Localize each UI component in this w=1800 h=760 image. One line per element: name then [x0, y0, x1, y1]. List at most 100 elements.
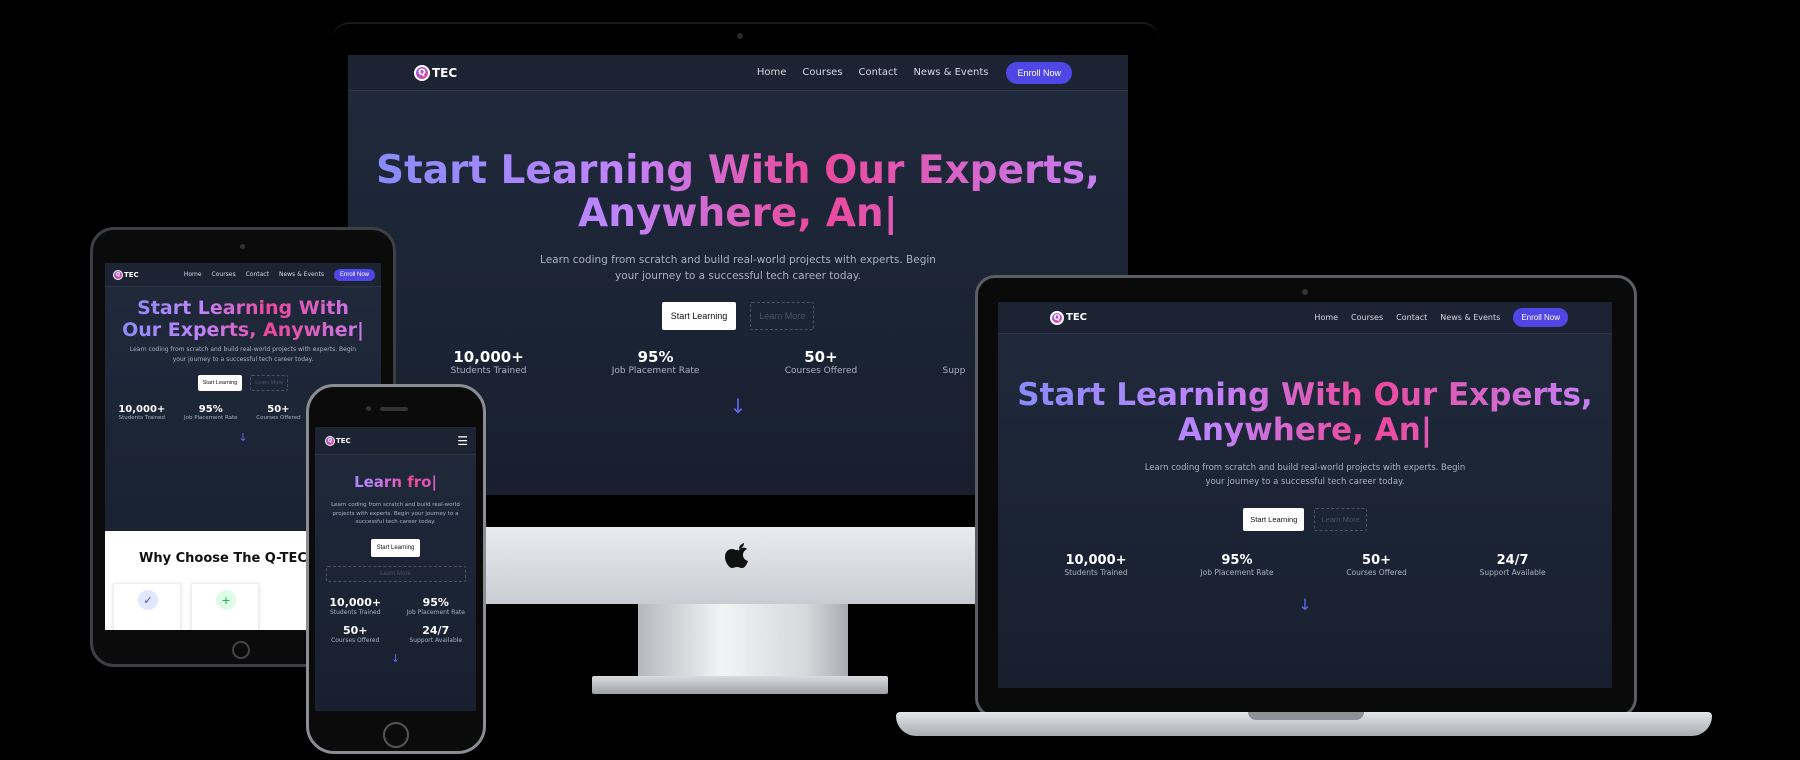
logo[interactable]: Q TEC	[113, 269, 139, 280]
hero-title: Learn fro|	[315, 473, 476, 491]
scroll-down-icon[interactable]: ↓	[998, 595, 1612, 614]
stat-students: 10,000+ Students Trained	[1064, 553, 1128, 577]
nav-links: Home Courses Contact News & Events Enrol…	[184, 268, 375, 281]
logo[interactable]: Q TEC	[1050, 310, 1087, 325]
iphone-speaker	[380, 407, 408, 411]
stat-placement: 95% Job Placement Rate	[183, 404, 238, 421]
logo-text: TEC	[124, 270, 139, 279]
nav-home[interactable]: Home	[1314, 313, 1338, 322]
hero-subtitle-line1: Learn coding from scratch and build real…	[1144, 463, 1466, 473]
stats-grid: 10,000+ Students Trained 95% Job Placement…	[315, 596, 476, 644]
start-learning-button[interactable]: Start Learning	[661, 302, 737, 330]
logo[interactable]: Q TEC	[325, 435, 351, 446]
nav-courses[interactable]: Courses	[212, 271, 236, 278]
nav-news-events[interactable]: News & Events	[279, 271, 324, 278]
enroll-button[interactable]: Enroll Now	[1513, 308, 1568, 327]
stats-row: 10,000+ Students Trained 95% Job Placement…	[348, 348, 1008, 376]
learn-more-button[interactable]: Learn More	[325, 565, 466, 582]
nav-home[interactable]: Home	[184, 271, 202, 278]
nav-links: Home Courses Contact News & Events Enrol…	[757, 61, 1072, 84]
stat-students: 10,000+ Students Trained	[450, 348, 527, 376]
ipad-camera	[240, 244, 245, 249]
logo-text: TEC	[1066, 312, 1087, 323]
hamburger-menu-icon[interactable]: ☰	[457, 434, 468, 448]
navbar: Q TEC Home Courses Contact News & Events…	[998, 302, 1612, 334]
stat-support-partial: Supp	[942, 366, 966, 376]
hero-subtitle: Learn coding from scratch and build real…	[315, 501, 476, 527]
feature-card[interactable]: ✓	[113, 583, 181, 630]
hero-subtitle-line1: Learn coding from scratch and build real…	[540, 254, 936, 266]
iphone-screen: Q TEC ☰ Learn fro| Learn coding from scr…	[315, 427, 476, 711]
logo-text: TEC	[432, 65, 458, 80]
logo-text: TEC	[336, 436, 351, 445]
iphone-camera	[366, 406, 371, 411]
logo[interactable]: Q TEC	[414, 64, 458, 81]
enroll-button[interactable]: Enroll Now	[1006, 61, 1072, 84]
plus-icon: +	[216, 590, 236, 610]
macbook-camera	[1302, 289, 1308, 295]
hero-subtitle-line1: Learn coding from scratch and build real…	[129, 346, 357, 353]
hero-buttons: Start Learning Learn More	[315, 538, 476, 582]
nav-news-events[interactable]: News & Events	[913, 67, 988, 78]
macbook-screen: Q TEC Home Courses Contact News & Events…	[998, 302, 1612, 688]
stat-placement: 95% Job Placement Rate	[611, 348, 700, 376]
hero-subtitle-line2: projects with experts. Begin your journe…	[332, 510, 459, 517]
hero-title-line1: Start Learning With Our Experts,	[376, 148, 1100, 193]
hero-title: Start Learning With Our Experts, Anywher…	[348, 149, 1128, 235]
logo-q-icon: Q	[414, 64, 430, 81]
logo-q-icon: Q	[325, 435, 335, 446]
stat-students: 10,000+ Students Trained	[118, 404, 166, 421]
hero-title-line2: Anywhere, An|	[1177, 412, 1433, 448]
hero-title-line1: Start Learning With	[137, 297, 349, 319]
imac-camera	[737, 33, 743, 39]
hero-subtitle: Learn coding from scratch and build real…	[998, 461, 1612, 489]
hero-subtitle-line2: your journey to a successful tech career…	[172, 356, 314, 363]
nav-contact[interactable]: Contact	[1396, 313, 1427, 322]
hero-subtitle-line3: successful tech career today.	[355, 519, 436, 525]
scroll-down-icon[interactable]: ↓	[315, 652, 476, 665]
nav-news-events[interactable]: News & Events	[1440, 313, 1500, 322]
hero-subtitle-line2: your journey to a successful tech career…	[1205, 477, 1405, 487]
logo-q-icon: Q	[113, 269, 123, 280]
start-learning-button[interactable]: Start Learning	[1243, 508, 1305, 531]
stat-students: 10,000+ Students Trained	[329, 595, 382, 616]
hero-buttons: Start Learning Learn More	[998, 508, 1612, 531]
nav-contact[interactable]: Contact	[246, 271, 269, 278]
nav-home[interactable]: Home	[757, 67, 787, 78]
hero-subtitle-line1: Learn coding from scratch and build real…	[331, 502, 460, 508]
ipad-home-button	[232, 641, 250, 659]
imac-stand-neck	[638, 604, 848, 676]
device-mockup-showcase: Q TEC Home Courses Contact News & Events…	[0, 0, 1800, 760]
start-learning-button[interactable]: Start Learning	[197, 375, 243, 391]
apple-logo-icon	[725, 543, 748, 568]
logo-q-icon: Q	[1050, 310, 1064, 325]
learn-more-button[interactable]: Learn More	[1314, 508, 1367, 531]
stat-courses: 50+ Courses Offered	[784, 348, 858, 376]
stats-row: 10,000+ Students Trained 95% Job Placement…	[998, 553, 1612, 577]
nav-courses[interactable]: Courses	[1351, 313, 1383, 322]
hero-title: Start Learning With Our Experts, Anywher…	[998, 378, 1612, 448]
learn-more-button[interactable]: Learn More	[750, 302, 815, 330]
hero-subtitle: Learn coding from scratch and build real…	[105, 345, 381, 365]
nav-courses[interactable]: Courses	[802, 67, 842, 78]
start-learning-button[interactable]: Start Learning	[370, 538, 421, 557]
stat-courses: 50+ Courses Offered	[256, 404, 301, 421]
iphone-home-button	[383, 722, 409, 748]
nav-links: Home Courses Contact News & Events Enrol…	[1314, 308, 1568, 327]
stat-courses: 50+ Courses Offered	[1346, 553, 1407, 577]
imac-stand-foot	[592, 676, 888, 694]
macbook-notch	[1248, 712, 1364, 720]
stat-placement: 95% Job Placement Rate	[1200, 553, 1274, 577]
stat-support: 24/7Support Available	[409, 623, 463, 644]
stat-support: 24/7Support Available	[1479, 553, 1546, 577]
hero-title-line2: Our Experts, Anywher|	[122, 319, 364, 341]
check-icon: ✓	[138, 590, 158, 610]
nav-contact[interactable]: Contact	[859, 67, 898, 78]
navbar: Q TEC Home Courses Contact News & Events…	[105, 263, 381, 287]
enroll-button[interactable]: Enroll Now	[333, 268, 375, 281]
hero-title-line2: Anywhere, An|	[578, 191, 898, 236]
hero-title: Start Learning With Our Experts, Anywher…	[105, 297, 381, 341]
navbar: Q TEC ☰	[315, 427, 476, 455]
feature-card[interactable]: +	[191, 583, 259, 630]
learn-more-button[interactable]: Learn More	[250, 375, 289, 391]
